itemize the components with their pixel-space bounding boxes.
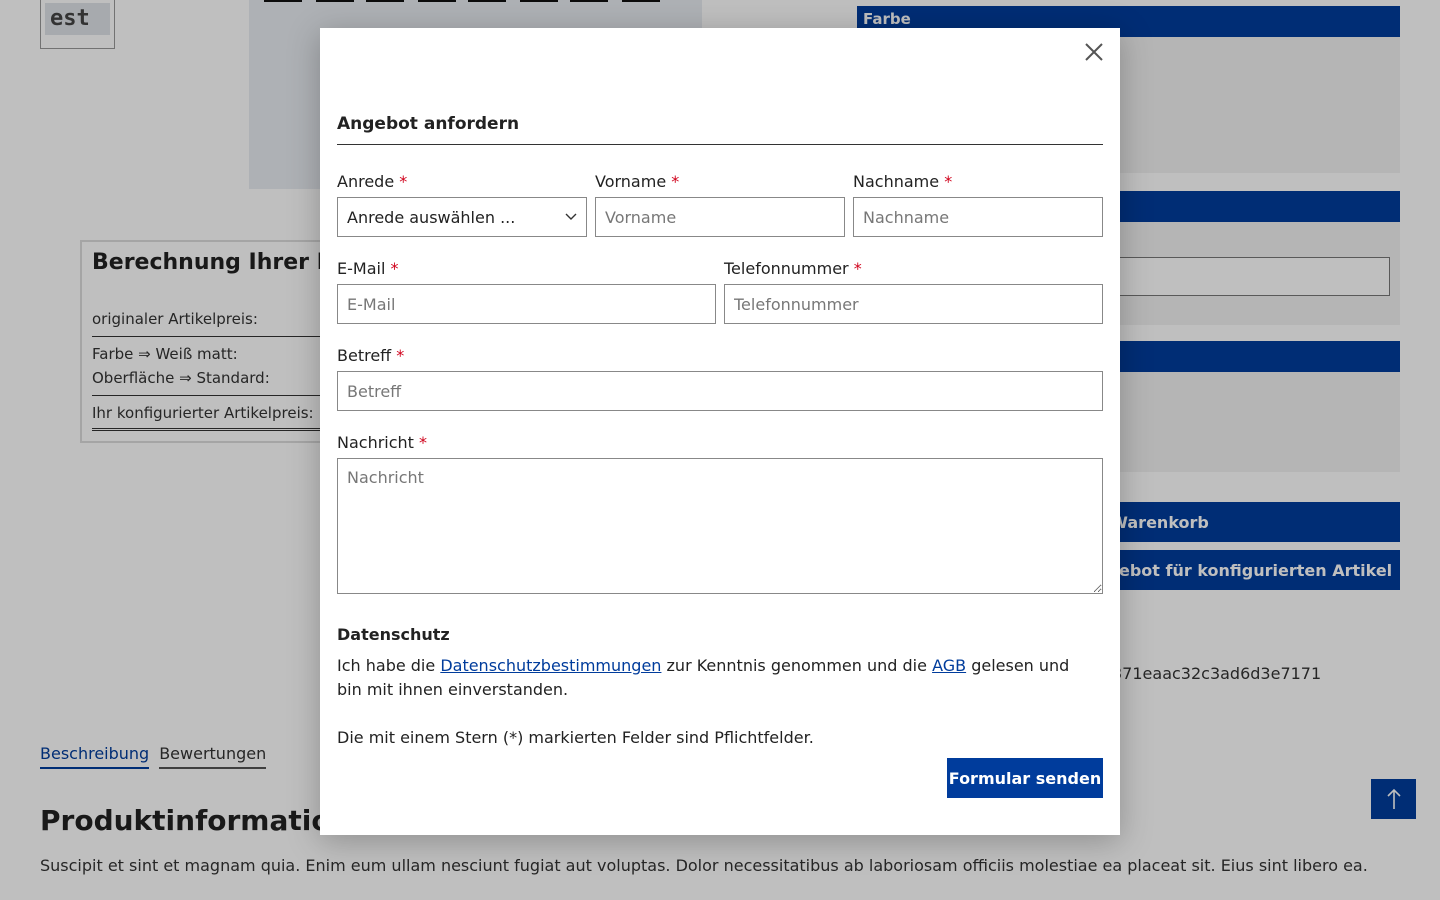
- phone-label-text: Telefonnummer: [724, 259, 849, 278]
- message-label: Nachricht *: [337, 433, 427, 452]
- submit-form-button[interactable]: Formular senden: [947, 758, 1103, 798]
- last-name-input[interactable]: [853, 197, 1103, 237]
- phone-input[interactable]: [724, 284, 1103, 324]
- salutation-selected-value: Anrede auswählen ...: [347, 207, 516, 227]
- required-marker: *: [853, 259, 862, 278]
- first-name-label: Vorname *: [595, 172, 679, 191]
- last-name-label: Nachname *: [853, 172, 952, 191]
- agb-link[interactable]: AGB: [932, 656, 966, 675]
- required-marker: *: [419, 433, 428, 452]
- privacy-title: Datenschutz: [337, 625, 450, 644]
- message-textarea[interactable]: [337, 458, 1103, 594]
- required-marker: *: [396, 346, 405, 365]
- chevron-down-icon: [565, 213, 577, 220]
- subject-label-text: Betreff: [337, 346, 392, 365]
- message-label-text: Nachricht: [337, 433, 414, 452]
- privacy-policy-link[interactable]: Datenschutzbestimmungen: [440, 656, 661, 675]
- email-label-text: E-Mail: [337, 259, 386, 278]
- required-marker: *: [399, 172, 408, 191]
- privacy-text-middle: zur Kenntnis genommen und die: [661, 656, 933, 675]
- modal-title: Angebot anfordern: [337, 114, 520, 134]
- privacy-text-before: Ich habe die: [337, 656, 441, 675]
- last-name-label-text: Nachname: [853, 172, 940, 191]
- email-label: E-Mail *: [337, 259, 398, 278]
- title-divider: [337, 144, 1103, 145]
- phone-label: Telefonnummer *: [724, 259, 862, 278]
- required-fields-note: Die mit einem Stern (*) markierten Felde…: [337, 728, 814, 747]
- close-button[interactable]: [1082, 40, 1106, 64]
- subject-label: Betreff *: [337, 346, 404, 365]
- salutation-label: Anrede *: [337, 172, 407, 191]
- close-icon: [1085, 43, 1103, 61]
- first-name-label-text: Vorname: [595, 172, 667, 191]
- privacy-consent-text: Ich habe die Datenschutzbestimmungen zur…: [337, 654, 1097, 702]
- required-marker: *: [390, 259, 399, 278]
- required-marker: *: [944, 172, 953, 191]
- salutation-select[interactable]: Anrede auswählen ...: [337, 197, 587, 237]
- required-marker: *: [671, 172, 680, 191]
- salutation-label-text: Anrede: [337, 172, 395, 191]
- quote-request-modal: Angebot anfordern Anrede * Anrede auswäh…: [320, 28, 1120, 835]
- first-name-input[interactable]: [595, 197, 845, 237]
- email-input[interactable]: [337, 284, 716, 324]
- subject-input[interactable]: [337, 371, 1103, 411]
